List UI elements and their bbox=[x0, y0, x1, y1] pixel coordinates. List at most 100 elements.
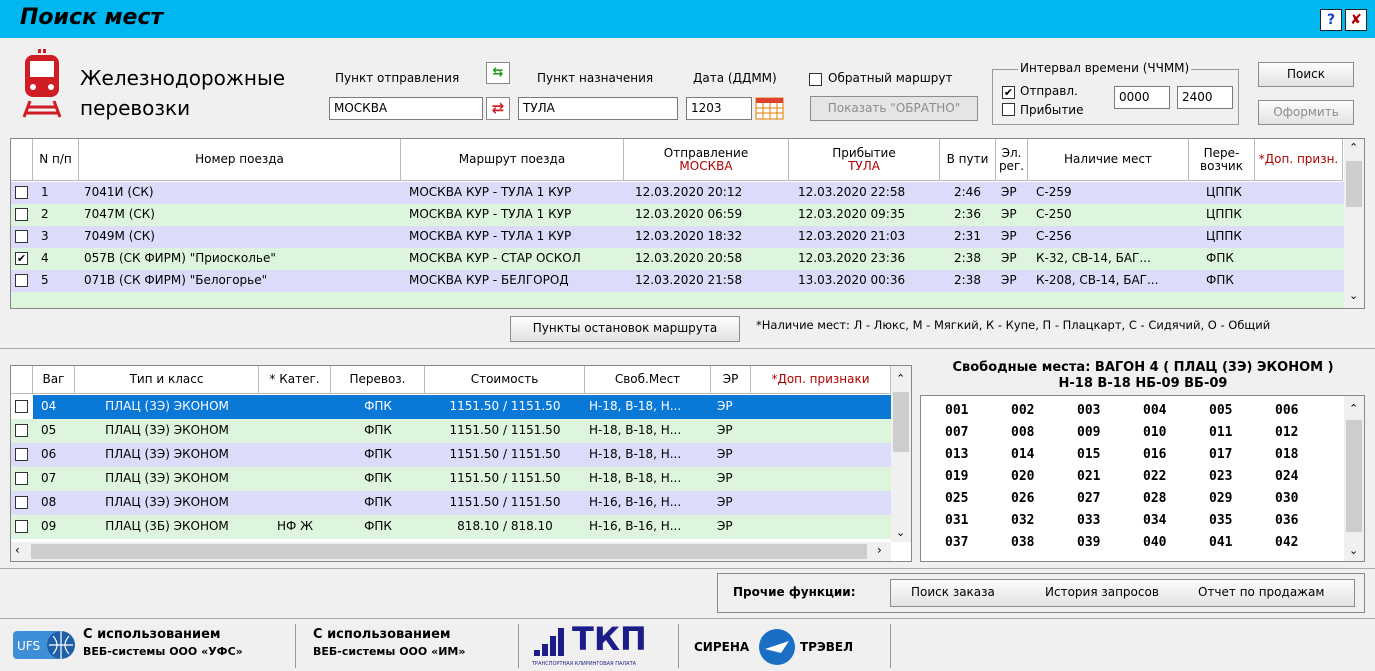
car-row[interactable]: 09 ПЛАЦ (3Б) ЭКОНОМ НФ Ж ФПК 818.10 / 818.10… bbox=[11, 515, 891, 539]
header-num[interactable]: N п/п bbox=[33, 139, 79, 181]
seat-cell[interactable]: 016 bbox=[1143, 447, 1166, 462]
train-row[interactable]: 2 7047М (СК) МОСКВА КУР - ТУЛА 1 КУР 12.03.… bbox=[11, 204, 1344, 226]
seat-cell[interactable]: 041 bbox=[1209, 535, 1232, 550]
seats-scroll-up-icon[interactable]: ⌃ bbox=[1349, 402, 1358, 415]
swap-arrows-icon[interactable]: ⇆ bbox=[486, 62, 510, 84]
seat-cell[interactable]: 011 bbox=[1209, 425, 1232, 440]
seat-cell[interactable]: 036 bbox=[1275, 513, 1298, 528]
seat-cell[interactable]: 035 bbox=[1209, 513, 1232, 528]
seat-cell[interactable]: 013 bbox=[945, 447, 968, 462]
seat-cell[interactable]: 034 bbox=[1143, 513, 1166, 528]
seat-cell[interactable]: 027 bbox=[1077, 491, 1100, 506]
sales-report-button[interactable]: Отчет по продажам bbox=[1198, 585, 1324, 599]
seat-cell[interactable]: 006 bbox=[1275, 403, 1298, 418]
cars-scroll-thumb[interactable] bbox=[893, 392, 909, 452]
train-row-checkbox[interactable]: ✔ bbox=[15, 252, 28, 265]
show-return-button[interactable]: Показать "ОБРАТНО" bbox=[810, 96, 978, 121]
order-search-button[interactable]: Поиск заказа bbox=[911, 585, 995, 599]
return-route-checkbox[interactable] bbox=[809, 73, 822, 86]
train-row-checkbox[interactable] bbox=[15, 186, 28, 199]
seat-cell[interactable]: 002 bbox=[1011, 403, 1034, 418]
header-carrier[interactable]: Пере- возчик bbox=[1189, 139, 1255, 181]
seat-cell[interactable]: 032 bbox=[1011, 513, 1034, 528]
cars-header-carrier[interactable]: Перевоз. bbox=[331, 366, 425, 394]
seat-cell[interactable]: 017 bbox=[1209, 447, 1232, 462]
seat-cell[interactable]: 014 bbox=[1011, 447, 1034, 462]
seat-cell[interactable]: 028 bbox=[1143, 491, 1166, 506]
depart-time-checkbox[interactable]: ✔ bbox=[1002, 86, 1015, 99]
seat-cell[interactable]: 025 bbox=[945, 491, 968, 506]
seat-cell[interactable]: 029 bbox=[1209, 491, 1232, 506]
history-button[interactable]: История запросов bbox=[1045, 585, 1159, 599]
cars-header-extra[interactable]: *Доп. признаки bbox=[751, 366, 891, 394]
seat-cell[interactable]: 012 bbox=[1275, 425, 1298, 440]
car-row[interactable]: 05 ПЛАЦ (3Э) ЭКОНОМ ФПК 1151.50 / 1151.50 Н-… bbox=[11, 419, 891, 443]
seat-cell[interactable]: 009 bbox=[1077, 425, 1100, 440]
train-row[interactable]: 1 7041И (СК) МОСКВА КУР - ТУЛА 1 КУР 12.03.… bbox=[11, 182, 1344, 204]
destination-input[interactable]: ТУЛА bbox=[518, 97, 678, 120]
car-row[interactable]: 07 ПЛАЦ (3Э) ЭКОНОМ ФПК 1151.50 / 1151.50 Н-… bbox=[11, 467, 891, 491]
header-train[interactable]: Номер поезда bbox=[79, 139, 401, 181]
seat-cell[interactable]: 023 bbox=[1209, 469, 1232, 484]
seat-cell[interactable]: 021 bbox=[1077, 469, 1100, 484]
cars-vscrollbar[interactable]: ⌃ ⌄ bbox=[891, 366, 911, 542]
seat-cell[interactable]: 005 bbox=[1209, 403, 1232, 418]
time-to-input[interactable]: 2400 bbox=[1177, 86, 1233, 109]
header-avail[interactable]: Наличие мест bbox=[1028, 139, 1189, 181]
cars-scroll-up-icon[interactable]: ⌃ bbox=[896, 372, 905, 385]
cars-header-type[interactable]: Тип и класс bbox=[75, 366, 259, 394]
search-button[interactable]: Поиск bbox=[1258, 62, 1354, 87]
header-route[interactable]: Маршрут поезда bbox=[401, 139, 624, 181]
cars-header-category[interactable]: * Катег. bbox=[259, 366, 331, 394]
seat-cell[interactable]: 003 bbox=[1077, 403, 1100, 418]
seat-cell[interactable]: 040 bbox=[1143, 535, 1166, 550]
header-departure[interactable]: Отправление МОСКВА bbox=[624, 139, 789, 181]
seat-cell[interactable]: 004 bbox=[1143, 403, 1166, 418]
train-row[interactable]: 3 7049М (СК) МОСКВА КУР - ТУЛА 1 КУР 12.03.… bbox=[11, 226, 1344, 248]
seat-cell[interactable]: 031 bbox=[945, 513, 968, 528]
car-row-checkbox[interactable] bbox=[15, 400, 28, 413]
calendar-icon[interactable] bbox=[755, 97, 785, 120]
time-from-input[interactable]: 0000 bbox=[1114, 86, 1170, 109]
close-button[interactable]: ✘ bbox=[1345, 9, 1367, 31]
header-el[interactable]: Эл. рег. bbox=[996, 139, 1028, 181]
seat-cell[interactable]: 026 bbox=[1011, 491, 1034, 506]
departure-input[interactable]: МОСКВА bbox=[329, 97, 483, 120]
car-row-checkbox[interactable] bbox=[15, 448, 28, 461]
car-row[interactable]: 06 ПЛАЦ (3Э) ЭКОНОМ ФПК 1151.50 / 1151.50 Н-… bbox=[11, 443, 891, 467]
cars-header-price[interactable]: Стоимость bbox=[425, 366, 585, 394]
cars-header-car[interactable]: Ваг bbox=[33, 366, 75, 394]
train-row[interactable]: ✔ 4 057В (СК ФИРМ) "Приосколье" МОСКВА КУР … bbox=[11, 248, 1344, 270]
seat-cell[interactable]: 015 bbox=[1077, 447, 1100, 462]
scroll-thumb[interactable] bbox=[1346, 161, 1362, 207]
seat-cell[interactable]: 038 bbox=[1011, 535, 1034, 550]
seat-cell[interactable]: 019 bbox=[945, 469, 968, 484]
date-input[interactable]: 1203 bbox=[686, 97, 752, 120]
cars-header-free[interactable]: Своб.Мест bbox=[585, 366, 711, 394]
seat-cell[interactable]: 010 bbox=[1143, 425, 1166, 440]
seat-cell[interactable]: 039 bbox=[1077, 535, 1100, 550]
trains-scrollbar[interactable]: ⌃ ⌄ bbox=[1344, 139, 1364, 308]
seat-cell[interactable]: 030 bbox=[1275, 491, 1298, 506]
seat-cell[interactable]: 024 bbox=[1275, 469, 1298, 484]
car-row[interactable]: 08 ПЛАЦ (3Э) ЭКОНОМ ФПК 1151.50 / 1151.50 Н-… bbox=[11, 491, 891, 515]
header-arrival[interactable]: Прибытие ТУЛА bbox=[789, 139, 940, 181]
cars-scroll-right-icon[interactable]: › bbox=[877, 543, 882, 557]
seat-cell[interactable]: 007 bbox=[945, 425, 968, 440]
route-stops-button[interactable]: Пункты остановок маршрута bbox=[510, 316, 740, 342]
seat-cell[interactable]: 020 bbox=[1011, 469, 1034, 484]
header-extra[interactable]: *Доп. призн. bbox=[1255, 139, 1343, 181]
cars-scroll-left-icon[interactable]: ‹ bbox=[15, 543, 20, 557]
train-row[interactable]: 5 071В (СК ФИРМ) "Белогорье" МОСКВА КУР - … bbox=[11, 270, 1344, 292]
seats-scrollbar[interactable]: ⌃ ⌄ bbox=[1344, 396, 1364, 561]
car-row-checkbox[interactable] bbox=[15, 520, 28, 533]
issue-button[interactable]: Оформить bbox=[1258, 100, 1354, 125]
seat-cell[interactable]: 037 bbox=[945, 535, 968, 550]
seat-cell[interactable]: 042 bbox=[1275, 535, 1298, 550]
car-row[interactable]: 04 ПЛАЦ (3Э) ЭКОНОМ ФПК 1151.50 / 1151.50 Н-… bbox=[11, 395, 891, 419]
cars-hscroll-thumb[interactable] bbox=[31, 544, 867, 559]
cars-header-er[interactable]: ЭР bbox=[711, 366, 751, 394]
seats-scroll-thumb[interactable] bbox=[1346, 420, 1362, 532]
seat-cell[interactable]: 008 bbox=[1011, 425, 1034, 440]
train-row-checkbox[interactable] bbox=[15, 230, 28, 243]
